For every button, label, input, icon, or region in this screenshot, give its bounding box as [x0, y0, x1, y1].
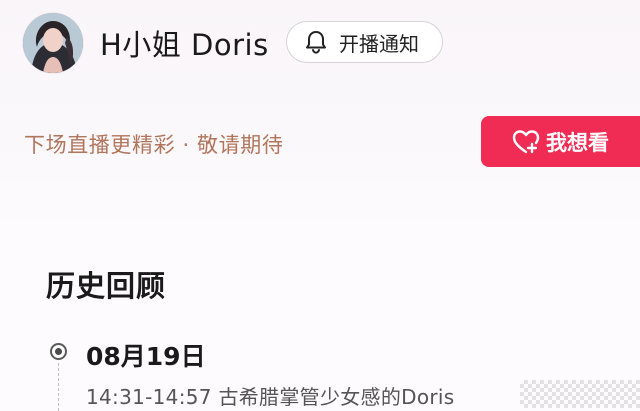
bell-icon [304, 30, 328, 54]
avatar[interactable] [23, 13, 83, 73]
live-notification-button[interactable]: 开播通知 [286, 21, 443, 63]
want-to-watch-button[interactable]: 我想看 [481, 116, 640, 167]
history-section-title: 历史回顾 [46, 269, 167, 303]
next-live-promo-text: 下场直播更精彩 · 敬请期待 [24, 133, 284, 157]
pixelated-watermark [520, 380, 640, 408]
heart-plus-icon [512, 129, 540, 155]
live-notification-label: 开播通知 [339, 31, 419, 56]
timeline-connector [58, 363, 59, 411]
timeline-radio-icon [50, 343, 67, 360]
history-entry-session[interactable]: 14:31-14:57 古希腊掌管少女感的Doris [86, 381, 454, 410]
history-entry-date: 08月19日 [86, 342, 206, 371]
want-to-watch-label: 我想看 [546, 130, 609, 155]
avatar-photo-icon [23, 13, 83, 73]
username: H小姐 Doris [100, 28, 269, 62]
